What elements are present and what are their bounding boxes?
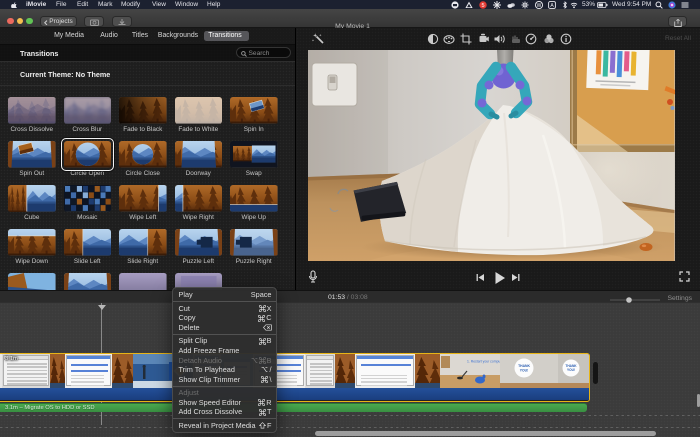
- svg-text:YOU!: YOU!: [520, 368, 528, 372]
- svg-text:5: 5: [481, 3, 484, 9]
- svg-text:THANK: THANK: [518, 364, 530, 368]
- svg-text:1. Restart your computer: 1. Restart your computer: [467, 359, 500, 363]
- svg-text:YOU!: YOU!: [567, 368, 575, 372]
- svg-text:W: W: [537, 3, 542, 9]
